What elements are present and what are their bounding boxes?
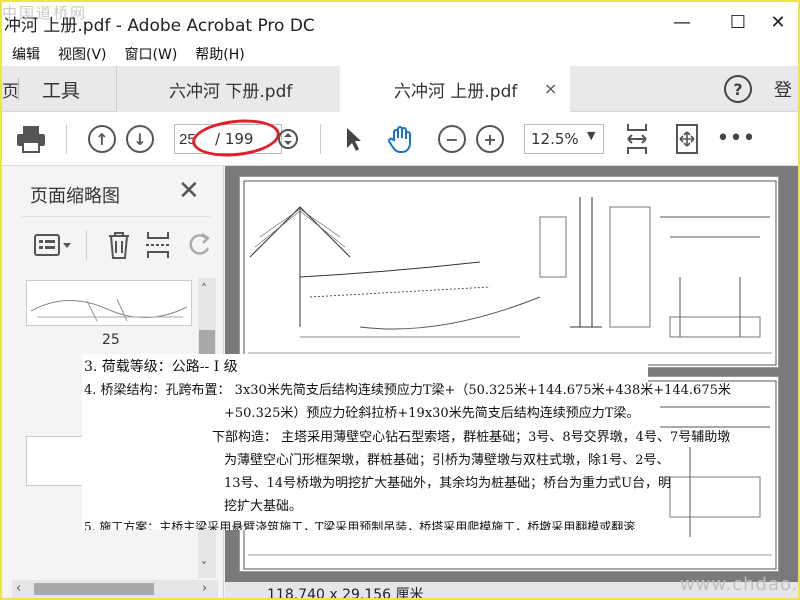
page-thumbnail[interactable] xyxy=(26,280,192,326)
thumbnail-horizontal-scrollbar[interactable]: ‹ › xyxy=(12,580,218,598)
delete-page-icon[interactable] xyxy=(106,230,132,260)
overlay-line: 下部构造： 主塔采用薄壁空心钻石型索塔，群桩基础；3号、8号交界墩，4号、7号辅… xyxy=(212,430,731,445)
fit-page-icon[interactable] xyxy=(624,122,650,156)
more-tools-icon[interactable]: ••• xyxy=(717,126,756,151)
toolbar: ↑ ↓ / 199 − + 12.5% ▼ ••• xyxy=(2,112,798,166)
scroll-down-icon[interactable]: ˅ xyxy=(201,560,207,574)
menu-edit[interactable]: 编辑 xyxy=(12,44,40,64)
zoom-out-icon[interactable]: − xyxy=(438,125,466,153)
acrobat-window: 冲河 上册.pdf - Adobe Acrobat Pro DC 中国道桥网 —… xyxy=(0,0,800,600)
overlay-line: 3. 荷载等级：公路-- I 级 xyxy=(84,359,238,375)
panel-toolbar xyxy=(26,226,216,266)
tab-bar: 页 工具 六冲河 下册.pdf 六冲河 上册.pdf × ? 登 xyxy=(2,66,798,112)
tab-divider xyxy=(18,78,19,100)
menu-help[interactable]: 帮助(H) xyxy=(195,44,244,64)
zoom-level-select[interactable]: 12.5% ▼ xyxy=(524,124,604,154)
overlay-text-image: 3. 荷载等级：公路-- I 级 4. 桥梁结构：孔跨布置： 3x30米先简支后… xyxy=(82,354,731,530)
extract-page-icon[interactable] xyxy=(144,230,172,260)
close-window-button[interactable]: ✕ xyxy=(758,8,798,36)
overlay-line: 13号、14号桥墩为明挖扩大基础外，其余均为桩基础；桥台为重力式U台，明 xyxy=(224,476,672,491)
overlay-line: 5. 施工方案：主桥主梁采用悬臂浇筑施工，T梁采用预制吊装，桥塔采用爬模施工，桥… xyxy=(84,520,636,530)
sign-in-partial[interactable]: 登 xyxy=(774,66,792,112)
panel-divider xyxy=(22,216,210,217)
scroll-up-icon[interactable]: ˄ xyxy=(201,282,207,296)
toolbar-divider xyxy=(320,124,321,154)
page-dimensions: 118.740 x 29.156 厘米 xyxy=(267,587,424,600)
hand-tool-icon[interactable] xyxy=(386,124,416,154)
menu-view[interactable]: 视图(V) xyxy=(58,44,107,64)
tab-close-icon[interactable]: × xyxy=(544,79,557,98)
rotate-page-icon[interactable] xyxy=(186,232,212,258)
maximize-button[interactable]: ☐ xyxy=(718,8,758,36)
pdf-page-drawing xyxy=(239,176,779,368)
zoom-in-icon[interactable]: + xyxy=(476,125,504,153)
overlay-line: +50.325米）预应力砼斜拉桥+19x30米先简支后结构连续预应力T梁。 xyxy=(224,406,640,421)
toolbar-divider xyxy=(66,124,67,154)
tab-doc-lower[interactable]: 六冲河 下册.pdf xyxy=(116,66,340,112)
help-icon[interactable]: ? xyxy=(724,75,752,103)
full-screen-icon[interactable] xyxy=(672,122,702,156)
close-panel-icon[interactable]: ✕ xyxy=(178,176,200,206)
tab-doc-upper-label: 六冲河 上册.pdf xyxy=(394,81,518,102)
overlay-line: 4. 桥梁结构：孔跨布置： 3x30米先简支后结构连续预应力T梁+（50.325… xyxy=(84,383,731,398)
minimize-button[interactable]: — xyxy=(662,8,702,36)
page-stepper-icon[interactable] xyxy=(278,128,298,150)
tab-tools[interactable]: 工具 xyxy=(42,66,80,112)
select-cursor-icon[interactable] xyxy=(344,126,364,152)
tab-doc-upper[interactable]: 六冲河 上册.pdf × xyxy=(340,66,570,112)
scroll-right-icon[interactable]: › xyxy=(202,581,207,596)
overlay-line: 挖扩大基础。 xyxy=(224,499,303,514)
chevron-down-icon: ▼ xyxy=(587,129,596,142)
menu-bar: 编辑 视图(V) 窗口(W) 帮助(H) xyxy=(2,42,798,66)
panel-tool-divider xyxy=(86,230,87,260)
next-page-icon[interactable]: ↓ xyxy=(126,125,154,153)
zoom-level-value: 12.5% xyxy=(531,130,579,148)
scroll-thumb[interactable] xyxy=(34,583,154,595)
tab-doc-lower-label: 六冲河 下册.pdf xyxy=(169,81,293,102)
scroll-left-icon[interactable]: ‹ xyxy=(16,581,21,596)
previous-page-icon[interactable]: ↑ xyxy=(88,125,116,153)
watermark-bottom-right: www.chdao.com xyxy=(680,574,799,595)
watermark-top-left: 中国道桥网 xyxy=(2,4,88,22)
thumbnail-page-number: 25 xyxy=(102,332,120,348)
panel-title: 页面缩略图 xyxy=(30,186,120,207)
print-icon[interactable] xyxy=(16,124,46,154)
overlay-line: 为薄壁空心门形框架墩，群桩基础；引桥为薄壁墩与双柱式墩，除1号、2号、 xyxy=(224,453,670,468)
tab-home-partial[interactable]: 页 xyxy=(2,66,19,112)
menu-window[interactable]: 窗口(W) xyxy=(125,44,178,64)
thumbnail-options-icon[interactable] xyxy=(34,232,72,258)
page-thumbnail[interactable] xyxy=(26,436,86,486)
title-bar: 冲河 上册.pdf - Adobe Acrobat Pro DC 中国道桥网 —… xyxy=(2,2,798,42)
